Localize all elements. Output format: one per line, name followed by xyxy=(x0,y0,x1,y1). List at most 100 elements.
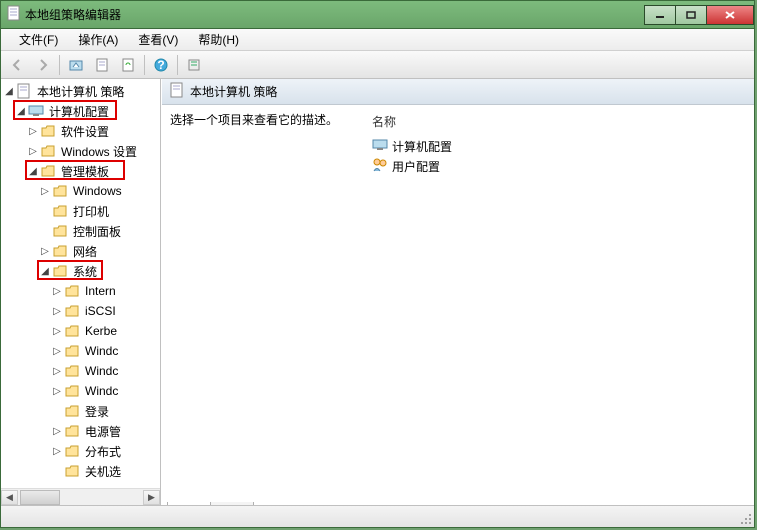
expand-icon[interactable]: ▷ xyxy=(27,125,39,137)
minimize-button[interactable] xyxy=(644,5,676,25)
collapse-icon[interactable]: ◢ xyxy=(39,265,51,277)
resize-grip-icon[interactable] xyxy=(738,511,752,525)
column-header-name[interactable]: 名称 xyxy=(370,111,746,136)
tree-label: 软件设置 xyxy=(59,122,111,141)
description-text: 选择一个项目来查看它的描述。 xyxy=(170,111,360,128)
up-button[interactable] xyxy=(64,54,88,76)
tree-node-power[interactable]: ▷ 电源管 xyxy=(3,421,160,441)
filter-button[interactable] xyxy=(182,54,206,76)
scroll-left-button[interactable]: ◀ xyxy=(1,490,18,505)
folder-icon xyxy=(64,403,80,419)
list-item-label: 用户配置 xyxy=(392,158,440,175)
maximize-button[interactable] xyxy=(675,5,707,25)
pc-icon xyxy=(28,103,44,119)
tree-node-network[interactable]: ▷ 网络 xyxy=(3,241,160,261)
expand-spacer xyxy=(39,205,51,217)
svg-text:?: ? xyxy=(157,58,164,72)
pc-icon xyxy=(372,139,388,154)
tree-node-iscsi[interactable]: ▷ iSCSI xyxy=(3,301,160,321)
tree-label: Windows 设置 xyxy=(59,142,139,161)
tree-node-root[interactable]: ◢ 本地计算机 策略 xyxy=(3,81,160,101)
expand-icon[interactable]: ▷ xyxy=(51,325,63,337)
tree-node-windows[interactable]: ▷ Windows xyxy=(3,181,160,201)
back-button[interactable] xyxy=(5,54,29,76)
expand-icon[interactable]: ▷ xyxy=(39,185,51,197)
help-button[interactable]: ? xyxy=(149,54,173,76)
collapse-icon[interactable]: ◢ xyxy=(27,165,39,177)
folder-icon xyxy=(64,383,80,399)
expand-icon[interactable]: ▷ xyxy=(51,365,63,377)
expand-icon[interactable]: ▷ xyxy=(51,445,63,457)
users-icon xyxy=(372,158,388,175)
folder-icon xyxy=(40,163,56,179)
policy-icon xyxy=(170,82,184,101)
folder-icon xyxy=(52,223,68,239)
list-item-computer[interactable]: 计算机配置 xyxy=(370,136,746,156)
tree-node-printer[interactable]: 打印机 xyxy=(3,201,160,221)
detail-panel: 本地计算机 策略 选择一个项目来查看它的描述。 名称 计算机配置 用户配置 xyxy=(161,79,754,505)
folder-icon xyxy=(64,323,80,339)
tree-node-software[interactable]: ▷ 软件设置 xyxy=(3,121,160,141)
gpedit-window: 本地组策略编辑器 文件(F) 操作(A) 查看(V) 帮助(H) ? ◢ xyxy=(0,0,755,528)
titlebar[interactable]: 本地组策略编辑器 xyxy=(1,1,754,29)
list-item-user[interactable]: 用户配置 xyxy=(370,156,746,176)
list-column: 名称 计算机配置 用户配置 xyxy=(370,111,746,499)
expand-spacer xyxy=(51,465,63,477)
tree-label: Kerbe xyxy=(83,323,119,339)
tree-node-windc1[interactable]: ▷Windc xyxy=(3,341,160,361)
tree-node-kerberos[interactable]: ▷ Kerbe xyxy=(3,321,160,341)
tree-label: Windows xyxy=(71,183,124,199)
menu-file[interactable]: 文件(F) xyxy=(9,29,68,50)
folder-icon xyxy=(52,183,68,199)
expand-icon[interactable]: ▷ xyxy=(39,245,51,257)
scroll-thumb[interactable] xyxy=(20,490,60,505)
collapse-icon[interactable]: ◢ xyxy=(15,105,27,117)
tree-label: 网络 xyxy=(71,242,99,261)
tree-node-shutdown[interactable]: 关机选 xyxy=(3,461,160,481)
menu-help[interactable]: 帮助(H) xyxy=(188,29,249,50)
tree-label: 登录 xyxy=(83,402,111,421)
tree-node-windows-settings[interactable]: ▷ Windows 设置 xyxy=(3,141,160,161)
expand-icon[interactable]: ▷ xyxy=(51,305,63,317)
statusbar xyxy=(1,505,754,527)
tree-node-internet[interactable]: ▷ Intern xyxy=(3,281,160,301)
folder-icon xyxy=(64,363,80,379)
expand-spacer xyxy=(39,225,51,237)
tree-node-distributed[interactable]: ▷分布式 xyxy=(3,441,160,461)
expand-icon[interactable]: ▷ xyxy=(51,345,63,357)
tree-label: Windc xyxy=(83,383,120,399)
client-area: ◢ 本地计算机 策略 ◢ 计算机配置 ▷ 软件设置 ▷ xyxy=(1,79,754,505)
window-title: 本地组策略编辑器 xyxy=(25,6,121,23)
description-column: 选择一个项目来查看它的描述。 xyxy=(170,111,370,499)
tree-label: 打印机 xyxy=(71,202,111,221)
tree-node-computer-config[interactable]: ◢ 计算机配置 xyxy=(3,101,160,121)
expand-icon[interactable]: ▷ xyxy=(51,425,63,437)
folder-icon xyxy=(64,443,80,459)
forward-button[interactable] xyxy=(31,54,55,76)
tree-node-login[interactable]: 登录 xyxy=(3,401,160,421)
tree-hscroll[interactable]: ◀ ▶ xyxy=(1,488,160,505)
tree-label: iSCSI xyxy=(83,303,118,319)
folder-icon xyxy=(52,263,68,279)
tree-node-admin-templates[interactable]: ◢ 管理模板 xyxy=(3,161,160,181)
tree-node-windc2[interactable]: ▷Windc xyxy=(3,361,160,381)
folder-icon xyxy=(64,463,80,479)
tree-node-windc3[interactable]: ▷ Windc xyxy=(3,381,160,401)
tree-label: 本地计算机 策略 xyxy=(35,82,126,101)
scroll-right-button[interactable]: ▶ xyxy=(143,490,160,505)
tree-label: Intern xyxy=(83,283,118,299)
folder-icon xyxy=(52,203,68,219)
collapse-icon[interactable]: ◢ xyxy=(3,85,15,97)
expand-icon[interactable]: ▷ xyxy=(51,285,63,297)
properties-button[interactable] xyxy=(90,54,114,76)
tree-node-control-panel[interactable]: 控制面板 xyxy=(3,221,160,241)
tree-node-system[interactable]: ◢ 系统 xyxy=(3,261,160,281)
refresh-button[interactable] xyxy=(116,54,140,76)
toolbar-separator xyxy=(177,55,178,75)
tree-label: 电源管 xyxy=(83,422,123,441)
expand-icon[interactable]: ▷ xyxy=(51,385,63,397)
menu-action[interactable]: 操作(A) xyxy=(68,29,128,50)
menu-view[interactable]: 查看(V) xyxy=(128,29,188,50)
close-button[interactable] xyxy=(706,5,754,25)
expand-icon[interactable]: ▷ xyxy=(27,145,39,157)
